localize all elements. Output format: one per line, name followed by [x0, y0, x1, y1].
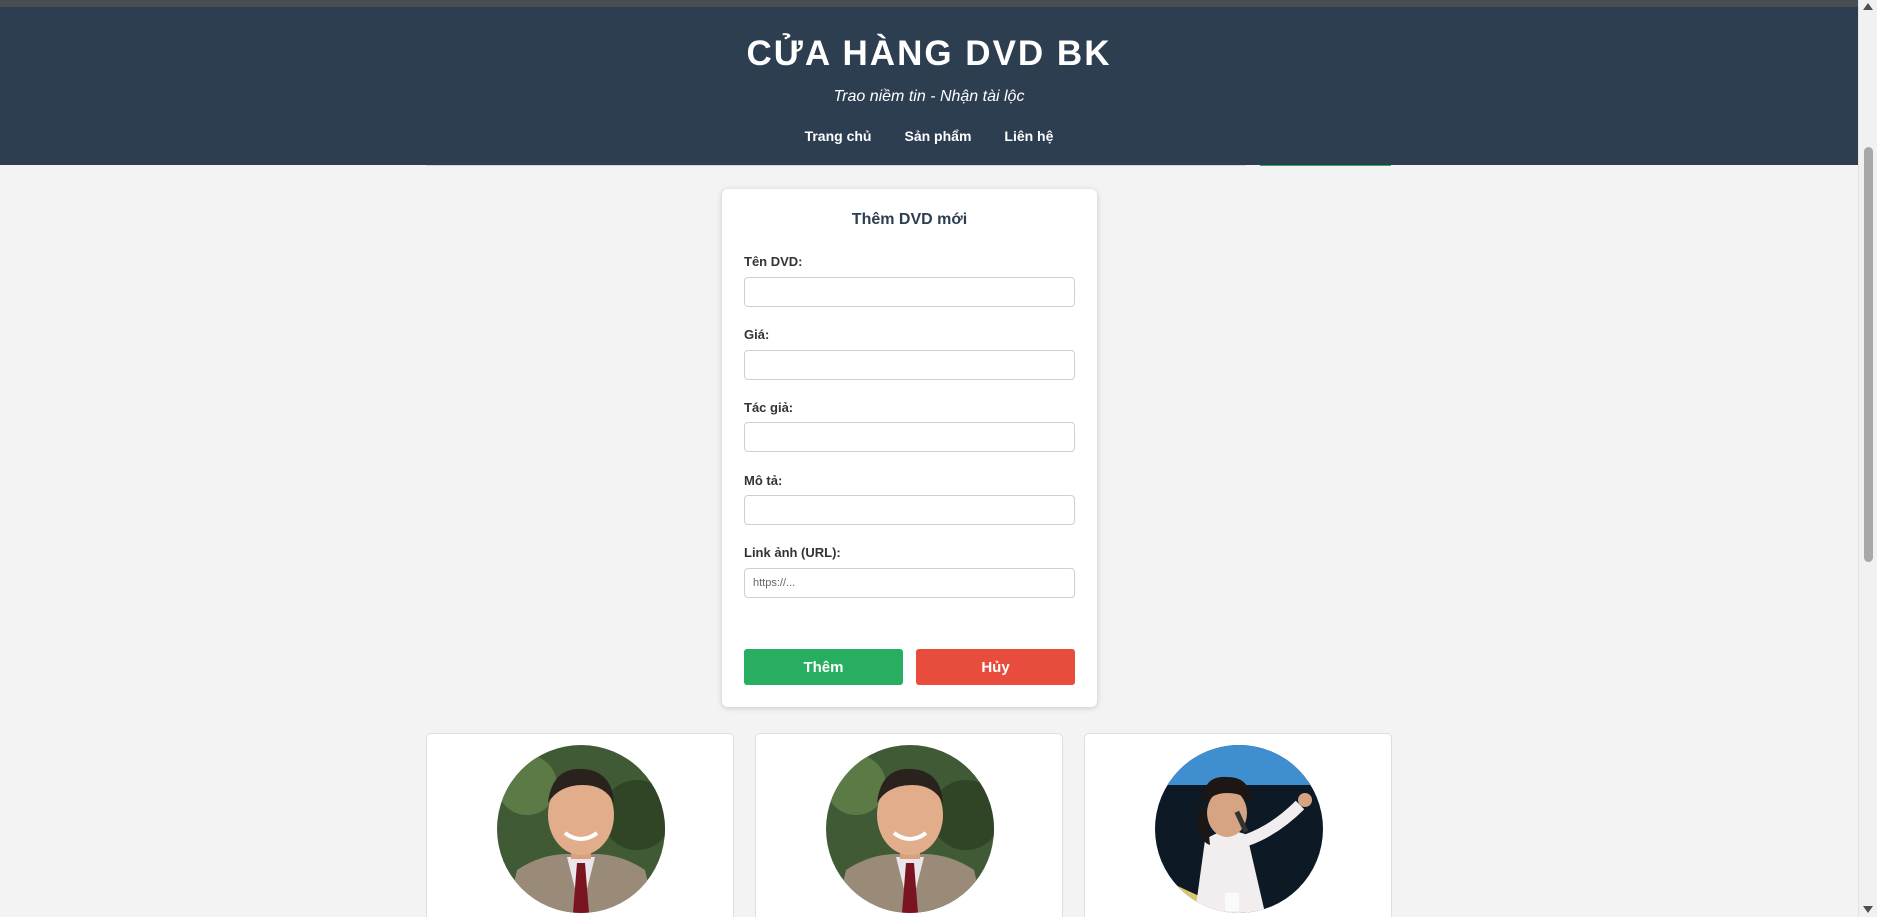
- price-input[interactable]: [744, 350, 1075, 380]
- image-url-input[interactable]: [744, 568, 1075, 598]
- product-image: [826, 745, 994, 913]
- nav-contact-link[interactable]: Liên hệ: [1004, 128, 1053, 144]
- product-card[interactable]: [426, 733, 734, 917]
- price-label: Giá:: [744, 327, 770, 342]
- site-header: CỬA HÀNG DVD BK Trao niềm tin - Nhận tài…: [0, 7, 1858, 165]
- author-label: Tác giả:: [744, 400, 794, 415]
- add-dvd-form: Thêm DVD mới Tên DVD: Giá: Tác giả: Mô t…: [722, 189, 1097, 707]
- description-input[interactable]: [744, 495, 1075, 525]
- page-scrollbar[interactable]: [1858, 0, 1877, 917]
- speaker-image: [1155, 745, 1323, 913]
- dvd-name-label: Tên DVD:: [744, 254, 803, 269]
- add-button[interactable]: Thêm: [744, 649, 903, 685]
- site-title: CỬA HÀNG DVD BK: [746, 34, 1112, 73]
- dvd-name-input[interactable]: [744, 277, 1075, 307]
- site-slogan: Trao niềm tin - Nhận tài lộc: [833, 88, 1025, 105]
- product-image: [497, 745, 665, 913]
- nav-home-link[interactable]: Trang chủ: [805, 128, 872, 144]
- scroll-up-arrow-icon[interactable]: [1863, 3, 1873, 10]
- form-title: Thêm DVD mới: [851, 211, 968, 228]
- scroll-down-arrow-icon[interactable]: [1863, 906, 1873, 913]
- image-url-label: Link ảnh (URL):: [744, 545, 841, 560]
- description-label: Mô tả:: [744, 473, 783, 488]
- scroll-thumb[interactable]: [1864, 147, 1873, 562]
- nav-products-link[interactable]: Sản phẩm: [904, 128, 971, 144]
- cancel-button[interactable]: Hủy: [916, 649, 1075, 685]
- portrait-image: [826, 745, 994, 913]
- product-card[interactable]: [755, 733, 1063, 917]
- product-image: [1155, 745, 1323, 913]
- product-card[interactable]: [1084, 733, 1392, 917]
- author-input[interactable]: [744, 422, 1075, 452]
- main-nav: Trang chủ Sản phẩm Liên hệ: [0, 128, 1858, 144]
- portrait-image: [497, 745, 665, 913]
- browser-top-edge: [0, 0, 1858, 7]
